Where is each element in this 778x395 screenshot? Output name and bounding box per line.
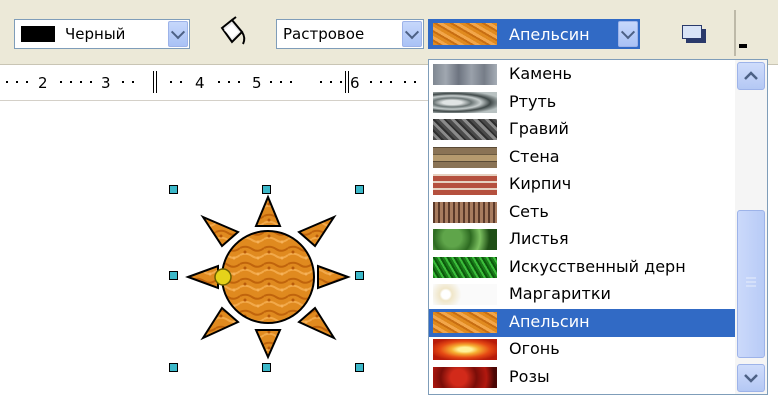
bitmap-list-item[interactable]: Стена	[429, 144, 735, 172]
wall-swatch	[433, 146, 497, 168]
bitmap-list-item-label: Кирпич	[509, 174, 572, 193]
bitmap-list-item-label: Камень	[509, 64, 572, 83]
bitmap-dropdown-list[interactable]: Камень Ртуть Гравий Стена Кирпич Сеть Листья Ис…	[428, 59, 768, 395]
ruler-ticks	[6, 71, 416, 93]
selection-handle[interactable]	[169, 271, 178, 280]
chevron-down-icon	[744, 374, 758, 383]
bitmap-list-item-label: Стена	[509, 146, 560, 166]
selection-handle[interactable]	[355, 363, 364, 372]
ruler-number: 3	[101, 74, 111, 92]
bitmap-list-item[interactable]: Гравий	[429, 116, 735, 144]
bitmap-list-item-label: Ртуть	[509, 91, 557, 111]
ruler-number: 5	[252, 74, 262, 92]
paint-bucket-icon[interactable]	[214, 16, 248, 50]
ruler-number: 4	[195, 74, 205, 92]
line-color-dropdown[interactable]: Черный	[14, 19, 190, 49]
scroll-down-button[interactable]	[737, 364, 765, 392]
bitmap-dropdown[interactable]: Апельсин	[428, 19, 640, 49]
bitmap-list-item[interactable]: Апельсин	[429, 308, 735, 337]
bitmap-list-item-label: Апельсин	[509, 311, 590, 331]
bitmap-list-item-label: Сеть	[509, 201, 549, 221]
bitmap-list-item[interactable]: Листья	[429, 226, 735, 254]
scroll-up-button[interactable]	[737, 62, 765, 90]
shadow-icon[interactable]	[680, 22, 712, 50]
roses-swatch	[433, 366, 497, 388]
chevron-down-icon[interactable]	[402, 21, 422, 47]
bitmap-list-item[interactable]: Маргаритки	[429, 281, 735, 309]
turf-swatch	[433, 256, 497, 278]
bitmap-list-item-label: Огонь	[509, 339, 560, 358]
sun-shape[interactable]	[168, 180, 373, 375]
leaves-swatch	[433, 229, 497, 250]
bitmap-list-item[interactable]: Искусственный дерн	[429, 254, 735, 282]
orange-swatch	[433, 311, 497, 333]
selection-handle[interactable]	[355, 271, 364, 280]
fill-style-label: Растровое	[283, 25, 365, 43]
bitmap-list-item-label: Искусственный дерн	[509, 256, 686, 276]
grip-icon	[746, 277, 756, 287]
ruler-number: 2	[38, 74, 48, 92]
selection-handle[interactable]	[262, 185, 271, 194]
fire-swatch	[433, 339, 497, 360]
toolbar-separator	[734, 10, 736, 56]
bitmap-label: Апельсин	[509, 25, 590, 44]
horizontal-ruler: 2 3 4 5 6	[0, 65, 430, 101]
bitmap-list-item-label: Маргаритки	[509, 284, 611, 303]
chevron-down-icon[interactable]	[168, 21, 188, 47]
bitmap-list-item-label: Гравий	[509, 119, 569, 138]
vertical-scrollbar[interactable]	[735, 60, 767, 394]
mercury-swatch	[433, 91, 497, 113]
toolbar-overflow-icon[interactable]	[739, 44, 747, 48]
bitmap-swatch	[433, 23, 497, 45]
bitmap-list-item[interactable]: Огонь	[429, 336, 735, 364]
bitmap-list-item[interactable]: Розы	[429, 364, 735, 392]
bitmap-list-item[interactable]: Кирпич	[429, 171, 735, 199]
line-color-swatch	[21, 26, 55, 42]
selection-handle[interactable]	[169, 185, 178, 194]
bitmap-list-item[interactable]: Камень	[429, 61, 735, 89]
net-swatch	[433, 201, 497, 223]
line-color-label: Черный	[65, 25, 126, 43]
selection-handle[interactable]	[355, 185, 364, 194]
bitmap-list-item[interactable]: Сеть	[429, 199, 735, 227]
toolbar: Черный Растровое Апельсин	[0, 0, 778, 65]
selection-handle[interactable]	[262, 363, 271, 372]
selection-handle[interactable]	[169, 363, 178, 372]
daisies-swatch	[433, 284, 497, 305]
rotation-point[interactable]	[214, 268, 232, 286]
chevron-down-icon[interactable]	[618, 21, 638, 47]
ruler-number: 6	[350, 74, 360, 92]
bitmap-list-item-label: Розы	[509, 366, 550, 386]
fill-style-dropdown[interactable]: Растровое	[276, 19, 424, 49]
scrollbar-thumb[interactable]	[737, 210, 765, 358]
bitmap-list-item[interactable]: Ртуть	[429, 89, 735, 117]
chevron-up-icon	[744, 71, 758, 80]
brick-swatch	[433, 174, 497, 195]
gravel-swatch	[433, 119, 497, 140]
stone-swatch	[433, 64, 497, 85]
bitmap-list-item-label: Листья	[509, 229, 569, 248]
